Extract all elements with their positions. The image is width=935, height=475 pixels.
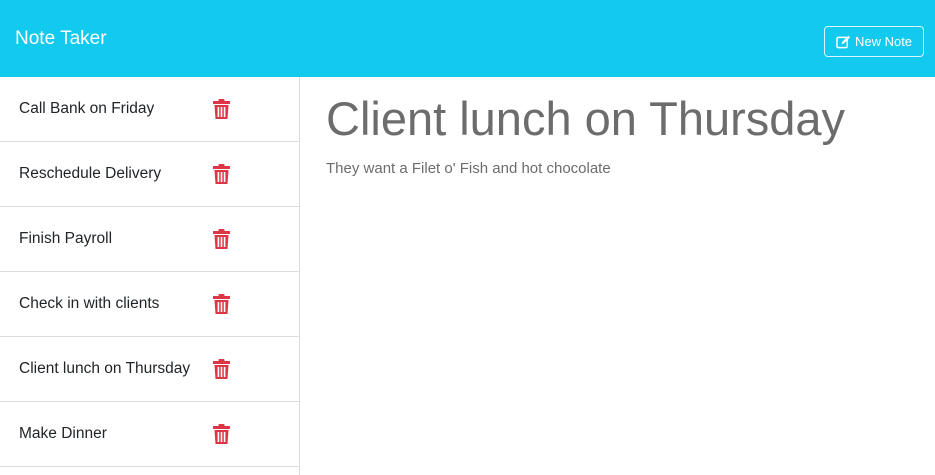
note-text-field[interactable]: They want a Filet o' Fish and hot chocol… bbox=[326, 159, 611, 179]
note-title[interactable]: Call Bank on Friday bbox=[19, 99, 154, 119]
list-item[interactable]: Make Dinner bbox=[0, 402, 299, 467]
trash-icon[interactable] bbox=[213, 294, 230, 314]
trash-icon[interactable] bbox=[213, 164, 230, 184]
trash-icon[interactable] bbox=[213, 229, 230, 249]
trash-icon[interactable] bbox=[213, 424, 230, 444]
app-brand[interactable]: Note Taker bbox=[15, 27, 107, 51]
edit-icon bbox=[836, 35, 851, 49]
list-item[interactable]: Call Bank on Friday bbox=[0, 77, 299, 142]
note-title-field[interactable]: Client lunch on Thursday bbox=[326, 91, 845, 147]
note-title[interactable]: Check in with clients bbox=[19, 294, 159, 314]
list-item[interactable]: Client lunch on Thursday bbox=[0, 337, 299, 402]
list-item[interactable]: Check in with clients bbox=[0, 272, 299, 337]
list-item[interactable]: Reschedule Delivery bbox=[0, 142, 299, 207]
note-editor: Client lunch on Thursday They want a Fil… bbox=[326, 77, 926, 475]
trash-icon[interactable] bbox=[213, 359, 230, 379]
note-title[interactable]: Make Dinner bbox=[19, 424, 107, 444]
note-title[interactable]: Finish Payroll bbox=[19, 229, 112, 249]
trash-icon[interactable] bbox=[213, 99, 230, 119]
navbar: Note Taker New Note bbox=[0, 0, 935, 77]
note-title[interactable]: Client lunch on Thursday bbox=[19, 359, 190, 379]
list-item[interactable]: Finish Payroll bbox=[0, 207, 299, 272]
note-title[interactable]: Reschedule Delivery bbox=[19, 164, 161, 184]
note-list: Call Bank on Friday Reschedule Delivery … bbox=[0, 77, 300, 475]
new-note-button[interactable]: New Note bbox=[824, 26, 924, 57]
new-note-label: New Note bbox=[854, 34, 913, 49]
